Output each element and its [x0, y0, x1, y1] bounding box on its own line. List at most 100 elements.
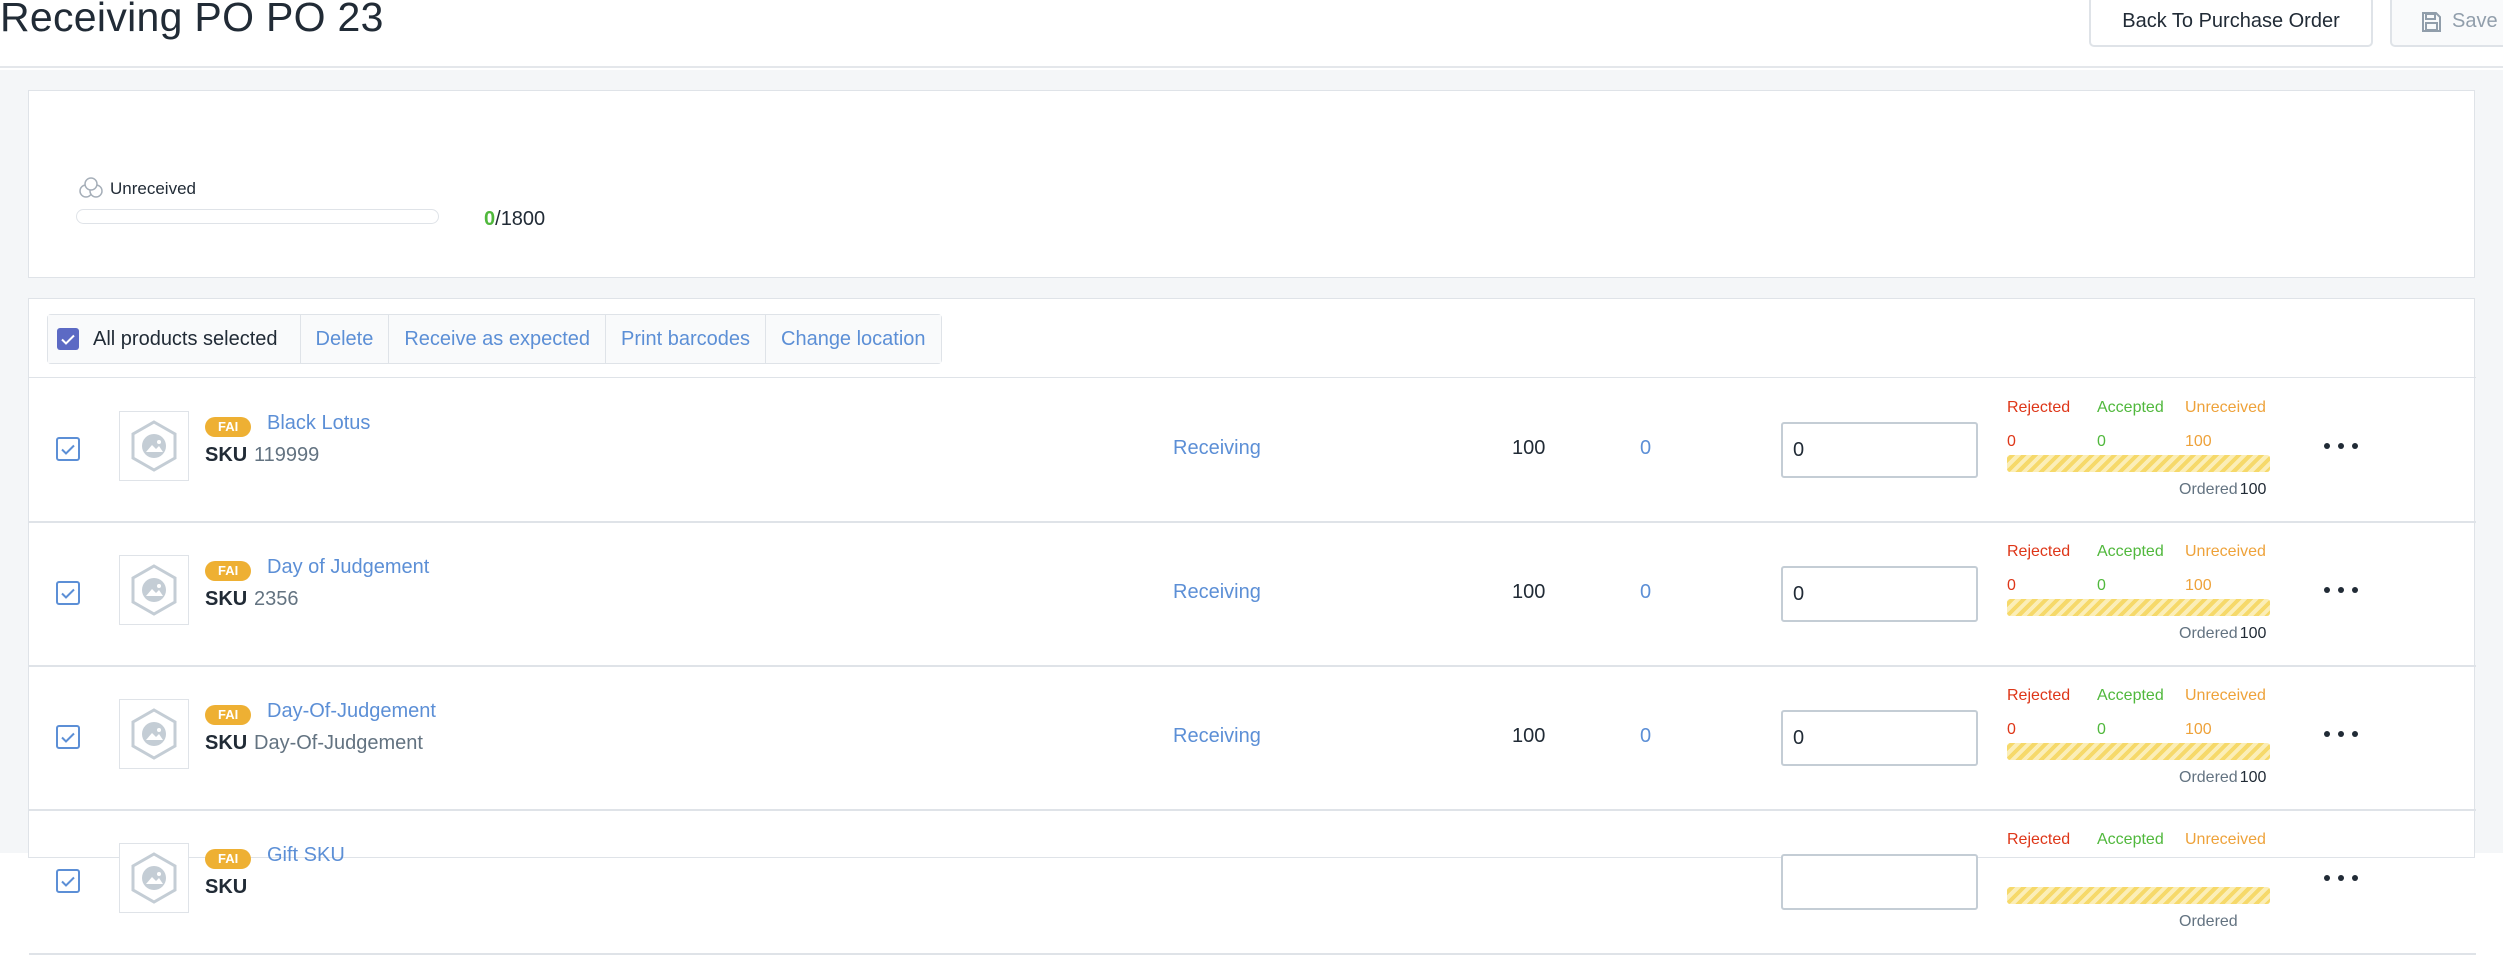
unreceived-label: Unreceived	[2185, 543, 2266, 560]
fai-badge: FAI	[205, 705, 252, 725]
receiving-status-link[interactable]: Receiving	[1173, 581, 1261, 604]
rejected-label: Rejected	[2007, 687, 2071, 704]
select-all-products[interactable]: All products selected	[48, 315, 300, 363]
row-checkbox[interactable]	[56, 725, 80, 749]
boxes-icon	[77, 177, 105, 201]
content-area: Unreceived 0/1800 All products selected …	[0, 70, 2503, 955]
row-checkbox[interactable]	[56, 437, 80, 461]
row-checkbox[interactable]	[56, 869, 80, 893]
received-quantity-link[interactable]: 0	[1640, 437, 1651, 460]
product-image-placeholder-icon	[119, 843, 189, 913]
product-name-link[interactable]: Black Lotus	[267, 412, 370, 435]
unreceived-label: Unreceived	[2185, 399, 2266, 416]
receive-as-expected-button[interactable]: Receive as expected	[388, 315, 606, 363]
receiving-summary-card: Unreceived 0/1800	[28, 90, 2475, 278]
more-actions-icon[interactable]	[2324, 863, 2358, 893]
receiving-status-label: Unreceived	[110, 179, 196, 198]
more-actions-icon[interactable]	[2324, 575, 2358, 605]
rejected-label: Rejected	[2007, 543, 2071, 560]
fai-badge: FAI	[205, 561, 252, 581]
expected-quantity: 100	[1512, 437, 1546, 459]
delete-button[interactable]: Delete	[299, 315, 389, 363]
rejected-label: Rejected	[2007, 831, 2071, 848]
save-button[interactable]: Save	[2390, 0, 2503, 47]
selection-label: All products selected	[93, 327, 278, 350]
more-actions-icon[interactable]	[2324, 719, 2358, 749]
product-row: FAI Day-Of-Judgement SKU Day-Of-Judgemen…	[29, 667, 2476, 811]
product-image-placeholder-icon	[119, 699, 189, 769]
ordered-label: Ordered	[2179, 913, 2238, 930]
back-to-purchase-order-button[interactable]: Back To Purchase Order	[2089, 0, 2373, 47]
receiving-status-bar	[2007, 599, 2270, 616]
product-row: FAI Day of Judgement SKU 2356 Receiving …	[29, 523, 2476, 667]
ordered-quantity: 100	[2239, 769, 2267, 786]
floppy-disk-icon	[2420, 11, 2442, 33]
accepted-count: 0	[2097, 721, 2106, 738]
received-quantity-link[interactable]: 0	[1640, 581, 1651, 604]
sku-value: 2356	[254, 588, 299, 610]
change-location-button[interactable]: Change location	[765, 315, 941, 363]
receive-quantity-input[interactable]	[1781, 854, 1978, 910]
unreceived-count: 100	[2185, 433, 2212, 450]
expected-quantity: 100	[1512, 581, 1546, 603]
page-title: Receiving PO PO 23	[0, 0, 384, 40]
sku-label: SKU	[205, 588, 248, 610]
unreceived-label: Unreceived	[2185, 687, 2266, 704]
sku-value: Day-Of-Judgement	[254, 732, 423, 754]
unreceived-label: Unreceived	[2185, 831, 2266, 848]
product-row: FAI Black Lotus SKU 119999 Receiving 100…	[29, 379, 2476, 523]
rejected-count: 0	[2007, 577, 2016, 594]
receive-quantity-input[interactable]	[1781, 710, 1978, 766]
receiving-status-link[interactable]: Receiving	[1173, 437, 1261, 460]
ordered-quantity: 100	[2239, 625, 2267, 642]
save-button-label: Save	[2452, 10, 2498, 32]
sku-value: 119999	[254, 444, 320, 466]
total-quantity: 1800	[500, 208, 546, 230]
ordered-quantity: 100	[2239, 481, 2267, 498]
receiving-progress-bar	[76, 209, 439, 224]
receive-quantity-input[interactable]	[1781, 422, 1978, 478]
sku-label: SKU	[205, 444, 248, 466]
accepted-label: Accepted	[2097, 399, 2164, 416]
ordered-summary: Ordered 100	[2179, 769, 2266, 787]
receive-quantity-input[interactable]	[1781, 566, 1978, 622]
accepted-label: Accepted	[2097, 687, 2164, 704]
received-count: 0/1800	[484, 208, 546, 230]
rejected-label: Rejected	[2007, 399, 2071, 416]
expected-quantity: 100	[1512, 725, 1546, 747]
top-bar: Receiving PO PO 23 Back To Purchase Orde…	[0, 0, 2503, 68]
sku-label: SKU	[205, 732, 248, 754]
more-actions-icon[interactable]	[2324, 431, 2358, 461]
product-name-link[interactable]: Day-Of-Judgement	[267, 700, 436, 723]
print-barcodes-button[interactable]: Print barcodes	[605, 315, 765, 363]
receiving-status-bar	[2007, 887, 2270, 904]
fai-badge: FAI	[205, 417, 252, 437]
ordered-label: Ordered	[2179, 481, 2238, 498]
unreceived-count: 100	[2185, 577, 2212, 594]
receiving-status-bar	[2007, 455, 2270, 472]
accepted-label: Accepted	[2097, 543, 2164, 560]
product-image-placeholder-icon	[119, 555, 189, 625]
received-quantity-link[interactable]: 0	[1640, 725, 1651, 748]
accepted-count: 0	[2097, 433, 2106, 450]
ordered-summary: Ordered 100	[2179, 481, 2266, 499]
row-checkbox[interactable]	[56, 581, 80, 605]
ordered-label: Ordered	[2179, 625, 2238, 642]
product-list-card: All products selected Delete Receive as …	[28, 298, 2476, 955]
accepted-label: Accepted	[2097, 831, 2164, 848]
bulk-actions-bar: All products selected Delete Receive as …	[47, 314, 942, 364]
ordered-summary: Ordered 100	[2179, 625, 2266, 643]
receiving-status-bar	[2007, 743, 2270, 760]
product-name-link[interactable]: Day of Judgement	[267, 556, 429, 579]
rejected-count: 0	[2007, 433, 2016, 450]
accepted-count: 0	[2097, 577, 2106, 594]
ordered-summary: Ordered	[2179, 913, 2240, 931]
fai-badge: FAI	[205, 849, 252, 869]
received-quantity: 0	[484, 208, 496, 230]
receiving-status-link[interactable]: Receiving	[1173, 725, 1261, 748]
product-image-placeholder-icon	[119, 411, 189, 481]
rejected-count: 0	[2007, 721, 2016, 738]
product-name-link[interactable]: Gift SKU	[267, 844, 345, 867]
select-all-checkbox[interactable]	[57, 328, 79, 350]
divider	[29, 377, 2476, 378]
